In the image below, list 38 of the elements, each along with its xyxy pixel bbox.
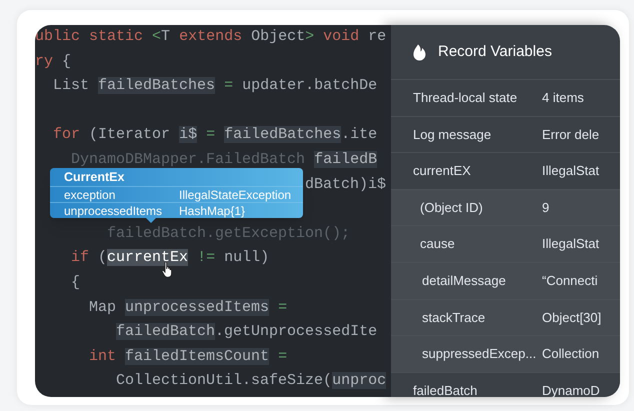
- code-line: CollectionUtil.safeSize(unproc: [116, 371, 386, 392]
- variable-name: Thread-local state: [413, 89, 518, 108]
- panel-title: Record Variables: [438, 42, 552, 62]
- variable-name: suppressedExcep...: [422, 345, 536, 364]
- variable-name: currentEX: [413, 162, 471, 180]
- code-line: failedBatch.getException();: [107, 224, 350, 244]
- variable-value: “Connecti: [542, 272, 598, 290]
- variable-name: Log message: [413, 126, 492, 144]
- popup-pointer-icon: [146, 218, 156, 223]
- variable-value: IllegalStat: [542, 162, 600, 180]
- variable-name: detailMessage: [422, 272, 506, 290]
- code-line: ry {: [35, 52, 72, 72]
- variable-value: IllegalStat: [542, 235, 600, 254]
- code-line: int failedItemsCount =: [89, 346, 288, 367]
- variable-value: 9: [542, 198, 550, 217]
- code-line: List failedBatches = updater.batchDe: [53, 76, 378, 96]
- code-line: DynamoDBMapper.FailedBatch failedB: [71, 150, 378, 170]
- popup-field-value: HashMap{1}: [179, 202, 246, 220]
- drop-icon: [413, 44, 426, 60]
- popup-field-name: exception: [64, 186, 116, 204]
- variable-value: 4 items: [542, 89, 584, 108]
- popup-field-value: IllegalStateException: [179, 186, 292, 204]
- code-line: Map unprocessedItems =: [89, 298, 288, 318]
- popup-field-name: unprocessedItems: [64, 202, 162, 220]
- code-line: if (currentEx != null): [71, 247, 270, 270]
- code-line: {: [71, 272, 80, 293]
- variable-name: cause: [420, 235, 455, 254]
- variable-value: Object[30]: [542, 308, 602, 327]
- variable-name: (Object ID): [420, 198, 483, 217]
- variable-name: stackTrace: [422, 308, 486, 327]
- variable-value: Collection: [542, 345, 600, 364]
- code-line: ublic static <T extends Object> void re: [35, 27, 386, 48]
- popup-title: CurrentEx: [64, 168, 124, 186]
- code-line: dBatch)i$: [305, 174, 386, 195]
- variable-value: Error dele: [542, 126, 600, 144]
- code-line: for (Iterator i$ = failedBatches.ite: [53, 125, 378, 146]
- variable-name: failedBatch: [413, 382, 478, 397]
- code-line: failedBatch.getUnprocessedIte: [116, 322, 378, 342]
